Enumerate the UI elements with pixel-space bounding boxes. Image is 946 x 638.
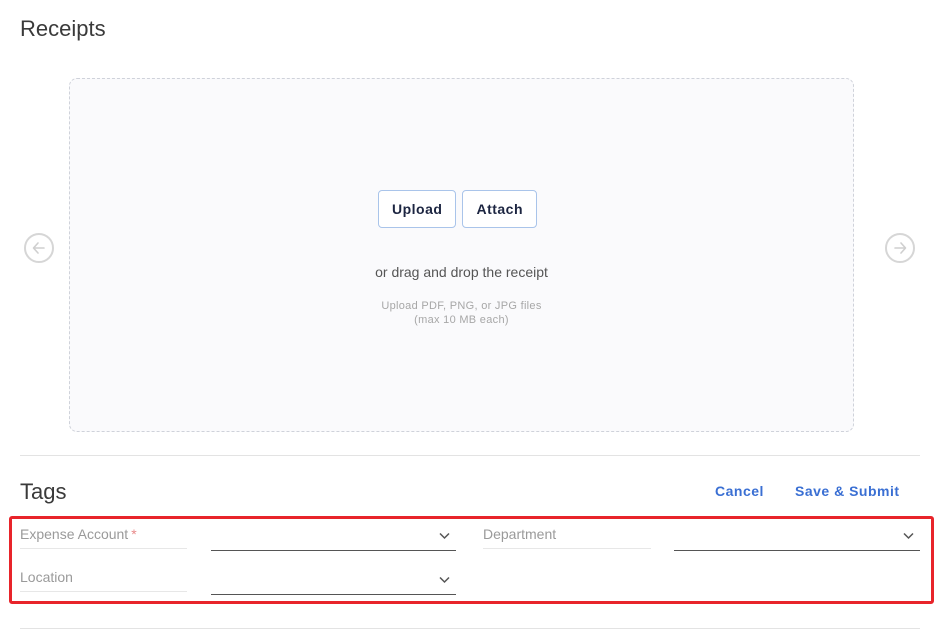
expense-account-label-text: Expense Account bbox=[20, 526, 129, 542]
file-hint: Upload PDF, PNG, or JPG files (max 10 MB… bbox=[70, 299, 853, 327]
expense-account-label: Expense Account * bbox=[20, 526, 187, 549]
receipt-dropzone[interactable]: Upload Attach or drag and drop the recei… bbox=[69, 78, 854, 432]
location-label: Location bbox=[20, 569, 187, 592]
receipts-title: Receipts bbox=[20, 16, 106, 41]
section-divider bbox=[20, 455, 920, 456]
expense-account-select[interactable] bbox=[211, 522, 456, 551]
tags-title: Tags bbox=[20, 479, 67, 504]
department-select[interactable] bbox=[674, 522, 920, 551]
drag-drop-text: or drag and drop the receipt bbox=[375, 264, 548, 280]
upload-button-group: Upload Attach bbox=[378, 190, 538, 228]
file-size-hint: (max 10 MB each) bbox=[414, 314, 509, 326]
chevron-down-icon bbox=[903, 532, 914, 540]
cancel-button[interactable]: Cancel bbox=[715, 483, 764, 499]
next-receipt-button[interactable] bbox=[885, 233, 915, 263]
section-divider bbox=[20, 628, 920, 629]
previous-receipt-button[interactable] bbox=[24, 233, 54, 263]
required-marker: * bbox=[131, 526, 137, 542]
chevron-down-icon bbox=[439, 532, 450, 540]
chevron-down-icon bbox=[439, 576, 450, 584]
location-select[interactable] bbox=[211, 566, 456, 595]
arrow-right-icon bbox=[894, 242, 907, 254]
upload-button[interactable]: Upload bbox=[378, 190, 457, 228]
attach-button[interactable]: Attach bbox=[462, 190, 538, 228]
arrow-left-icon bbox=[32, 242, 45, 254]
save-submit-button[interactable]: Save & Submit bbox=[795, 483, 900, 499]
department-label: Department bbox=[483, 526, 651, 549]
expense-page: Receipts Upload Attach or drag and drop … bbox=[0, 0, 946, 638]
file-type-hint: Upload PDF, PNG, or JPG files bbox=[381, 300, 542, 312]
